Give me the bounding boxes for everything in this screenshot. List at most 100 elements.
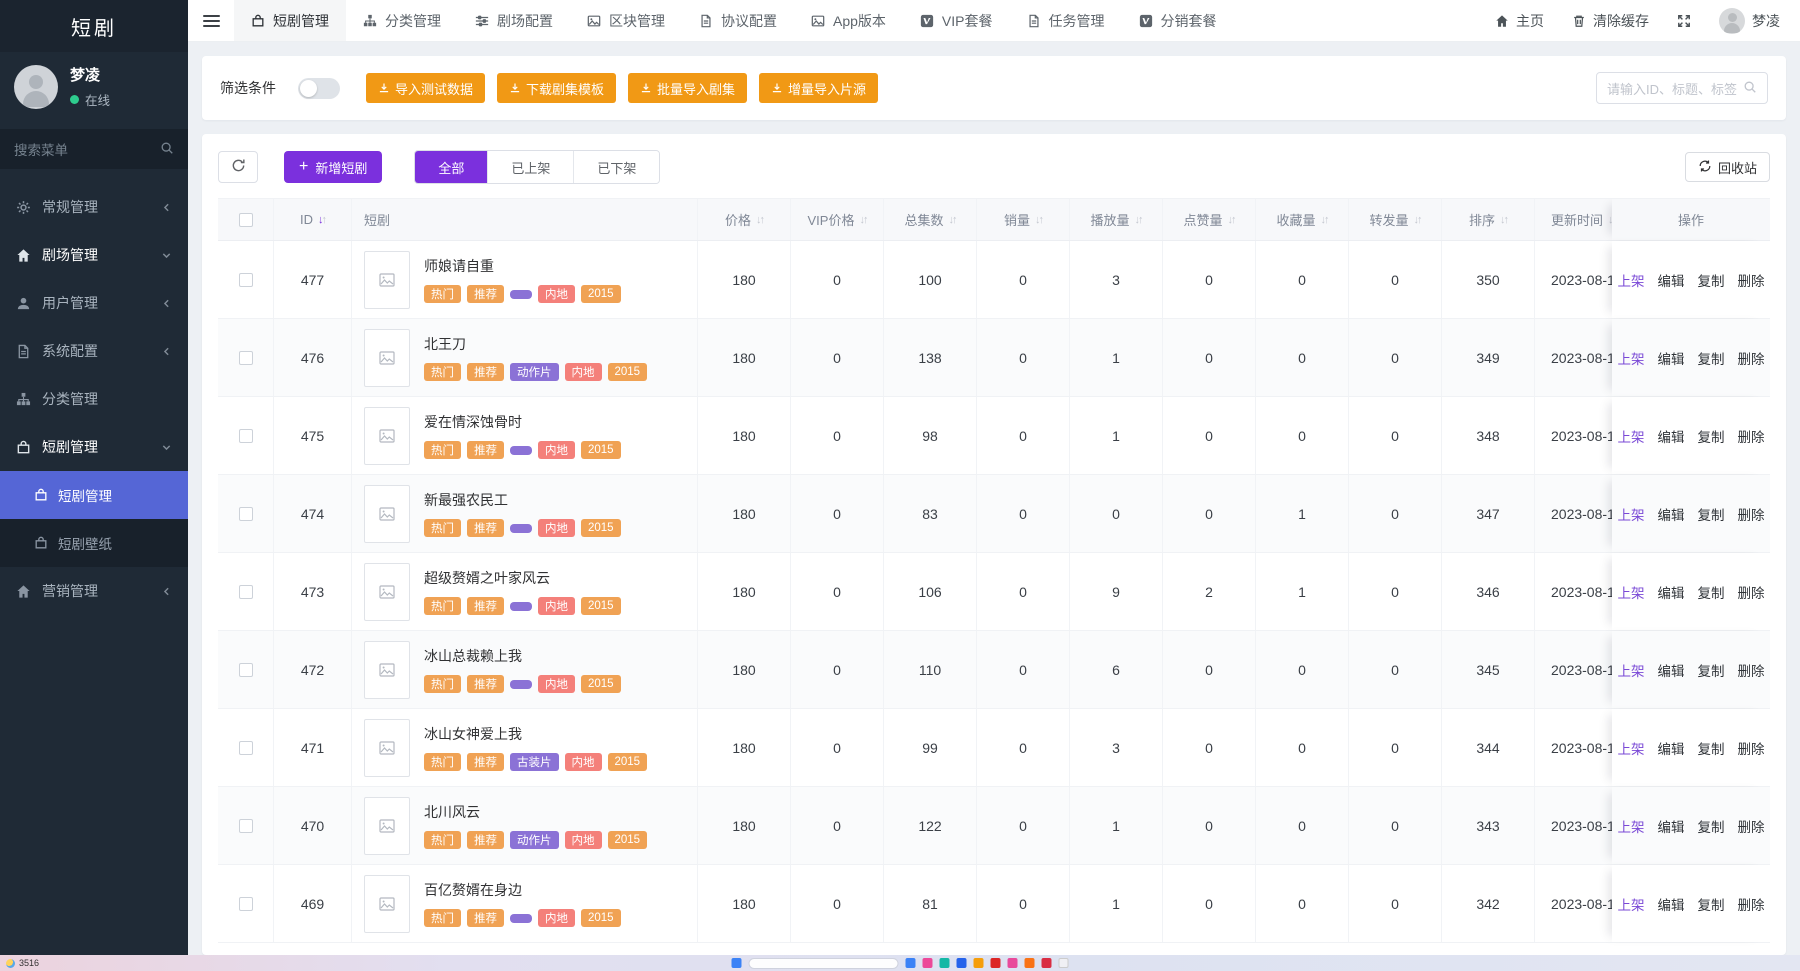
action-删除[interactable]: 删除 bbox=[1738, 894, 1765, 914]
import-button-导入测试数据[interactable]: 导入测试数据 bbox=[366, 73, 485, 103]
status-tab-全部[interactable]: 全部 bbox=[415, 151, 487, 183]
taskbar-app-icon[interactable] bbox=[906, 958, 916, 968]
sort-icon[interactable]: ↓↑ bbox=[949, 214, 956, 226]
avatar[interactable] bbox=[14, 65, 58, 109]
action-上架[interactable]: 上架 bbox=[1618, 348, 1645, 368]
status-tab-已上架[interactable]: 已上架 bbox=[487, 151, 573, 183]
row-checkbox[interactable] bbox=[239, 819, 253, 833]
action-删除[interactable]: 删除 bbox=[1738, 270, 1765, 290]
action-上架[interactable]: 上架 bbox=[1618, 660, 1645, 680]
sidebar-search-input[interactable]: 搜索菜单 bbox=[0, 129, 188, 169]
drama-thumbnail[interactable] bbox=[364, 485, 410, 543]
row-checkbox[interactable] bbox=[239, 897, 253, 911]
action-上架[interactable]: 上架 bbox=[1618, 270, 1645, 290]
action-编辑[interactable]: 编辑 bbox=[1658, 894, 1685, 914]
nav-tab-协议配置[interactable]: 协议配置 bbox=[682, 0, 794, 41]
row-checkbox[interactable] bbox=[239, 585, 253, 599]
taskbar-widgets-icon[interactable] bbox=[1059, 958, 1069, 968]
import-button-增量导入片源[interactable]: 增量导入片源 bbox=[759, 73, 878, 103]
taskbar-app-icon[interactable] bbox=[991, 958, 1001, 968]
action-编辑[interactable]: 编辑 bbox=[1658, 816, 1685, 836]
action-复制[interactable]: 复制 bbox=[1698, 270, 1725, 290]
taskbar-app-icon[interactable] bbox=[957, 958, 967, 968]
import-button-批量导入剧集[interactable]: 批量导入剧集 bbox=[628, 73, 747, 103]
action-编辑[interactable]: 编辑 bbox=[1658, 738, 1685, 758]
action-上架[interactable]: 上架 bbox=[1618, 582, 1645, 602]
nav-action-expand-icon[interactable] bbox=[1677, 14, 1691, 28]
drama-thumbnail[interactable] bbox=[364, 641, 410, 699]
sidebar-subitem-短剧壁纸[interactable]: 短剧壁纸 bbox=[0, 519, 188, 567]
row-checkbox[interactable] bbox=[239, 429, 253, 443]
nav-tab-VIP套餐[interactable]: VIP套餐 bbox=[903, 0, 1010, 41]
action-删除[interactable]: 删除 bbox=[1738, 816, 1765, 836]
action-删除[interactable]: 删除 bbox=[1738, 582, 1765, 602]
sidebar-subitem-短剧管理[interactable]: 短剧管理 bbox=[0, 471, 188, 519]
action-编辑[interactable]: 编辑 bbox=[1658, 660, 1685, 680]
drama-thumbnail[interactable] bbox=[364, 407, 410, 465]
sort-icon[interactable]: ↓↑ bbox=[1135, 214, 1142, 226]
action-删除[interactable]: 删除 bbox=[1738, 504, 1765, 524]
sidebar-item-营销管理[interactable]: 营销管理 bbox=[0, 567, 188, 615]
taskbar-app-icon[interactable] bbox=[940, 958, 950, 968]
action-编辑[interactable]: 编辑 bbox=[1658, 426, 1685, 446]
nav-action-梦凌[interactable]: 梦凌 bbox=[1719, 8, 1780, 34]
sidebar-item-剧场管理[interactable]: 剧场管理 bbox=[0, 231, 188, 279]
nav-tab-App版本[interactable]: App版本 bbox=[794, 0, 903, 41]
row-checkbox[interactable] bbox=[239, 273, 253, 287]
action-上架[interactable]: 上架 bbox=[1618, 426, 1645, 446]
nav-tab-分销套餐[interactable]: 分销套餐 bbox=[1122, 0, 1234, 41]
action-复制[interactable]: 复制 bbox=[1698, 348, 1725, 368]
action-复制[interactable]: 复制 bbox=[1698, 738, 1725, 758]
sort-icon[interactable]: ↓↑ bbox=[1414, 214, 1421, 226]
taskbar-start-icon[interactable] bbox=[732, 958, 742, 968]
nav-tab-短剧管理[interactable]: 短剧管理 bbox=[234, 0, 346, 41]
status-tab-已下架[interactable]: 已下架 bbox=[573, 151, 659, 183]
taskbar-app-icon[interactable] bbox=[974, 958, 984, 968]
refresh-button[interactable] bbox=[218, 151, 258, 183]
sidebar-item-常规管理[interactable]: 常规管理 bbox=[0, 183, 188, 231]
import-button-下载剧集模板[interactable]: 下载剧集模板 bbox=[497, 73, 616, 103]
nav-action-清除缓存[interactable]: 清除缓存 bbox=[1572, 11, 1649, 31]
taskbar-app-icon[interactable] bbox=[923, 958, 933, 968]
taskbar-app-icon[interactable] bbox=[1008, 958, 1018, 968]
row-checkbox[interactable] bbox=[239, 663, 253, 677]
action-复制[interactable]: 复制 bbox=[1698, 504, 1725, 524]
action-编辑[interactable]: 编辑 bbox=[1658, 348, 1685, 368]
taskbar-app-icon[interactable] bbox=[1042, 958, 1052, 968]
drama-thumbnail[interactable] bbox=[364, 251, 410, 309]
drama-thumbnail[interactable] bbox=[364, 329, 410, 387]
sort-icon[interactable]: ↓↑ bbox=[756, 214, 763, 226]
action-复制[interactable]: 复制 bbox=[1698, 894, 1725, 914]
sort-icon[interactable]: ↓↑ bbox=[859, 214, 866, 226]
nav-action-主页[interactable]: 主页 bbox=[1495, 11, 1544, 31]
action-删除[interactable]: 删除 bbox=[1738, 660, 1765, 680]
hamburger-menu-icon[interactable] bbox=[188, 0, 234, 41]
drama-thumbnail[interactable] bbox=[364, 719, 410, 777]
nav-tab-任务管理[interactable]: 任务管理 bbox=[1010, 0, 1122, 41]
row-checkbox[interactable] bbox=[239, 351, 253, 365]
select-all-checkbox[interactable] bbox=[239, 213, 253, 227]
nav-tab-分类管理[interactable]: 分类管理 bbox=[346, 0, 458, 41]
action-上架[interactable]: 上架 bbox=[1618, 894, 1645, 914]
action-删除[interactable]: 删除 bbox=[1738, 738, 1765, 758]
action-编辑[interactable]: 编辑 bbox=[1658, 504, 1685, 524]
nav-tab-区块管理[interactable]: 区块管理 bbox=[570, 0, 682, 41]
sort-icon[interactable]: ↓↑ bbox=[318, 214, 325, 226]
sort-icon[interactable]: ↓↑ bbox=[1500, 214, 1507, 226]
row-checkbox[interactable] bbox=[239, 741, 253, 755]
filter-toggle[interactable] bbox=[298, 78, 340, 99]
sidebar-item-短剧管理[interactable]: 短剧管理 bbox=[0, 423, 188, 471]
taskbar-weather-widget[interactable]: 3516 bbox=[6, 958, 39, 968]
drama-thumbnail[interactable] bbox=[364, 797, 410, 855]
row-checkbox[interactable] bbox=[239, 507, 253, 521]
sort-icon[interactable]: ↓↑ bbox=[1228, 214, 1235, 226]
action-上架[interactable]: 上架 bbox=[1618, 738, 1645, 758]
action-上架[interactable]: 上架 bbox=[1618, 816, 1645, 836]
add-drama-button[interactable]: + 新增短剧 bbox=[284, 151, 382, 183]
os-taskbar[interactable]: 3516 bbox=[0, 955, 1800, 971]
action-删除[interactable]: 删除 bbox=[1738, 426, 1765, 446]
action-编辑[interactable]: 编辑 bbox=[1658, 582, 1685, 602]
table-search-input[interactable]: 请输入ID、标题、标签 bbox=[1596, 72, 1768, 104]
sort-icon[interactable]: ↓↑ bbox=[1321, 214, 1328, 226]
sidebar-item-用户管理[interactable]: 用户管理 bbox=[0, 279, 188, 327]
